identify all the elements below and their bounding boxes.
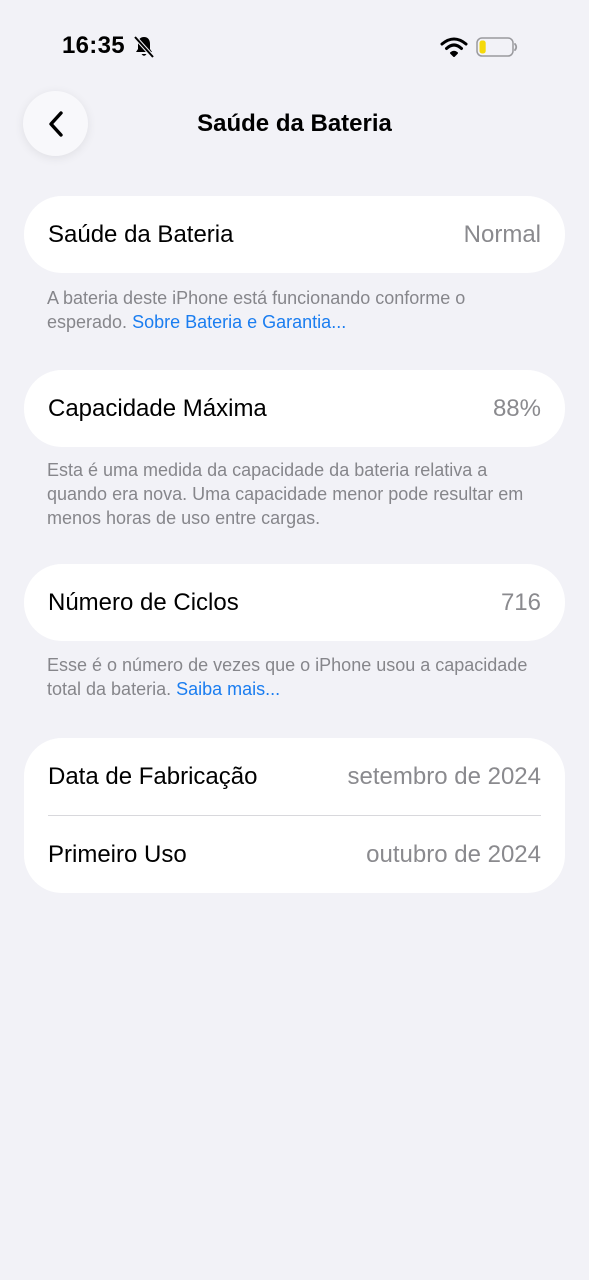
cycle-count-note: Esse é o número de vezes que o iPhone us… [47,653,547,701]
max-capacity-card: Capacidade Máxima 88% [24,370,565,447]
navigation-bar: Saúde da Bateria [0,90,589,158]
bell-slash-icon [133,35,155,59]
cycle-count-label: Número de Ciclos [48,588,239,616]
manufacture-date-row: Data de Fabricação setembro de 2024 [24,738,565,815]
max-capacity-value: 88% [492,394,541,422]
battery-health-card: Saúde da Bateria Normal [24,196,565,273]
status-bar: 16:35 [0,0,589,90]
learn-more-link[interactable]: Saiba mais... [176,679,280,699]
cycle-count-value: 716 [500,588,541,616]
max-capacity-label: Capacidade Máxima [48,394,267,422]
first-use-row: Primeiro Uso outubro de 2024 [24,816,565,893]
max-capacity-note-text: Esta é uma medida da capacidade da bater… [47,460,524,528]
cycle-count-row: Número de Ciclos 716 [24,564,565,641]
max-capacity-note: Esta é uma medida da capacidade da bater… [47,458,547,530]
wifi-icon [440,37,468,57]
battery-icon [476,37,518,57]
first-use-value: outubro de 2024 [366,840,541,868]
battery-health-row: Saúde da Bateria Normal [24,196,565,273]
dates-card: Data de Fabricação setembro de 2024 Prim… [24,738,565,893]
battery-health-value: Normal [463,220,541,248]
cycle-count-card: Número de Ciclos 716 [24,564,565,641]
manufacture-date-label: Data de Fabricação [48,762,258,790]
battery-warranty-link[interactable]: Sobre Bateria e Garantia... [132,312,346,332]
first-use-label: Primeiro Uso [48,840,187,868]
status-time: 16:35 [62,32,125,59]
battery-health-label: Saúde da Bateria [48,220,234,248]
cycle-count-note-text: Esse é o número de vezes que o iPhone us… [47,655,528,699]
manufacture-date-value: setembro de 2024 [347,762,541,790]
page-title: Saúde da Bateria [197,110,392,137]
battery-health-note: A bateria deste iPhone está funcionando … [47,286,547,334]
max-capacity-row: Capacidade Máxima 88% [24,370,565,447]
